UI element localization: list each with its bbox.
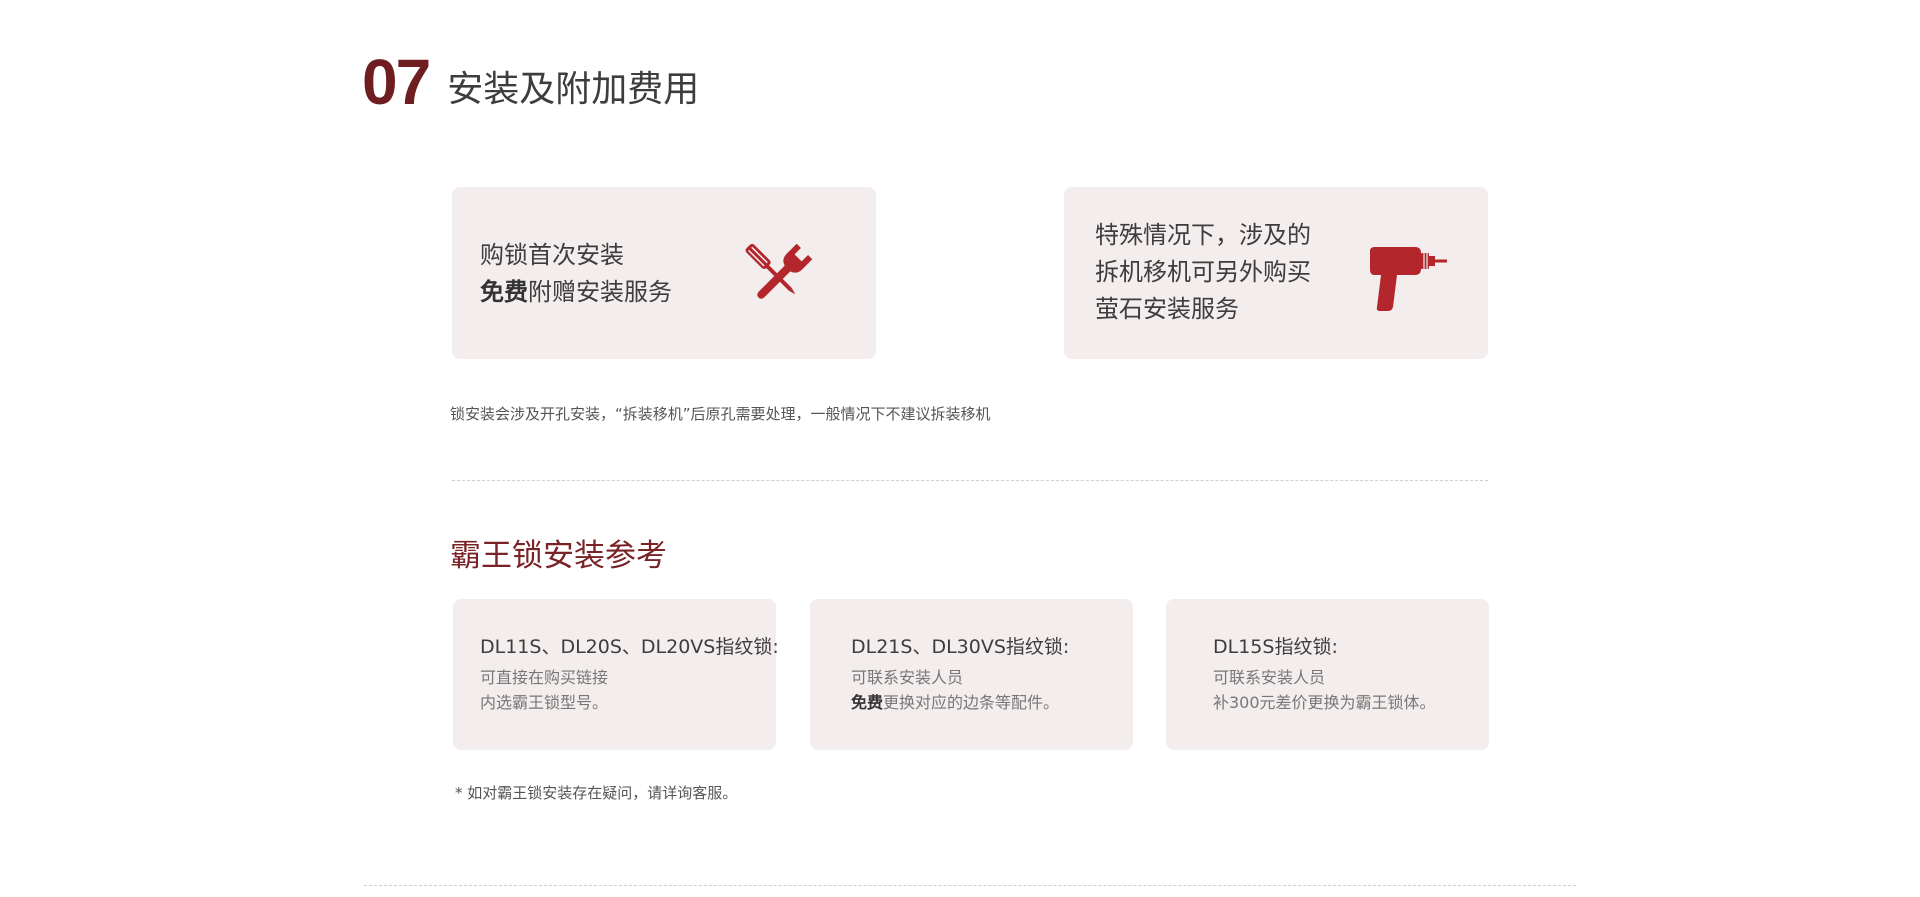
bawang-card-line2-rest: 更换对应的边条等配件。 [883,693,1060,712]
uninstall-line2: 拆机移机可另外购买 [1095,258,1311,286]
uninstall-service-text: 特殊情况下，涉及的 拆机移机可另外购买 萤石安装服务 [1095,217,1311,328]
bawang-title: 霸王锁安装参考 [450,538,667,574]
section-title: 安装及附加费用 [447,69,700,110]
bawang-card-line1: 可直接在购买链接 [480,668,609,687]
bawang-card-line2: 免费更换对应的边条等配件。 [851,690,1059,715]
bawang-footnote: * 如对霸王锁安装存在疑问，请详询客服。 [455,784,738,802]
page: 07 安装及附加费用 购锁首次安装 免费附赠安装服务 特殊情况下，涉及的 拆机移… [0,0,1920,897]
bawang-card-body: 可直接在购买链接 内选霸王锁型号。 [480,665,608,715]
free-install-line2: 免费附赠安装服务 [480,274,672,311]
section-heading: 07 安装及附加费用 [362,50,699,114]
bawang-card-dl21s: DL21S、DL30VS指纹锁: 可联系安装人员 免费更换对应的边条等配件。 [810,599,1133,750]
drill-icon [1367,245,1449,315]
free-install-card: 购锁首次安装 免费附赠安装服务 [452,187,876,359]
free-install-text: 购锁首次安装 免费附赠安装服务 [480,237,672,311]
bottom-divider [364,885,1576,886]
bawang-card-dl11s: DL11S、DL20S、DL20VS指纹锁: 可直接在购买链接 内选霸王锁型号。 [453,599,779,750]
bawang-card-body: 可联系安装人员 免费更换对应的边条等配件。 [851,665,1059,715]
free-label: 免费 [851,693,884,712]
uninstall-line1: 特殊情况下，涉及的 [1095,221,1311,249]
install-note: 锁安装会涉及开孔安装，“拆装移机”后原孔需要处理，一般情况下不建议拆装移机 [450,405,991,423]
bawang-card-title: DL21S、DL30VS指纹锁: [851,636,1070,658]
section-divider [452,480,1488,481]
bawang-card-dl15s: DL15S指纹锁: 可联系安装人员 补300元差价更换为霸王锁体。 [1166,599,1489,750]
free-install-line2-rest: 附赠安装服务 [528,278,672,306]
bawang-card-line1: 可联系安装人员 [1213,668,1326,687]
bawang-card-body: 可联系安装人员 补300元差价更换为霸王锁体。 [1213,665,1436,715]
free-label: 免费 [480,278,528,306]
bawang-card-title: DL11S、DL20S、DL20VS指纹锁: [480,636,779,658]
free-install-line1: 购锁首次安装 [480,241,624,269]
bawang-card-line1: 可联系安装人员 [851,668,964,687]
section-number: 07 [362,46,431,118]
bawang-card-line2: 补300元差价更换为霸王锁体。 [1213,693,1436,712]
uninstall-line3: 萤石安装服务 [1095,295,1239,323]
uninstall-service-card: 特殊情况下，涉及的 拆机移机可另外购买 萤石安装服务 [1064,187,1488,359]
bawang-card-title: DL15S指纹锁: [1213,636,1338,658]
wrench-screwdriver-icon [744,243,814,317]
bawang-card-line2: 内选霸王锁型号。 [480,693,609,712]
